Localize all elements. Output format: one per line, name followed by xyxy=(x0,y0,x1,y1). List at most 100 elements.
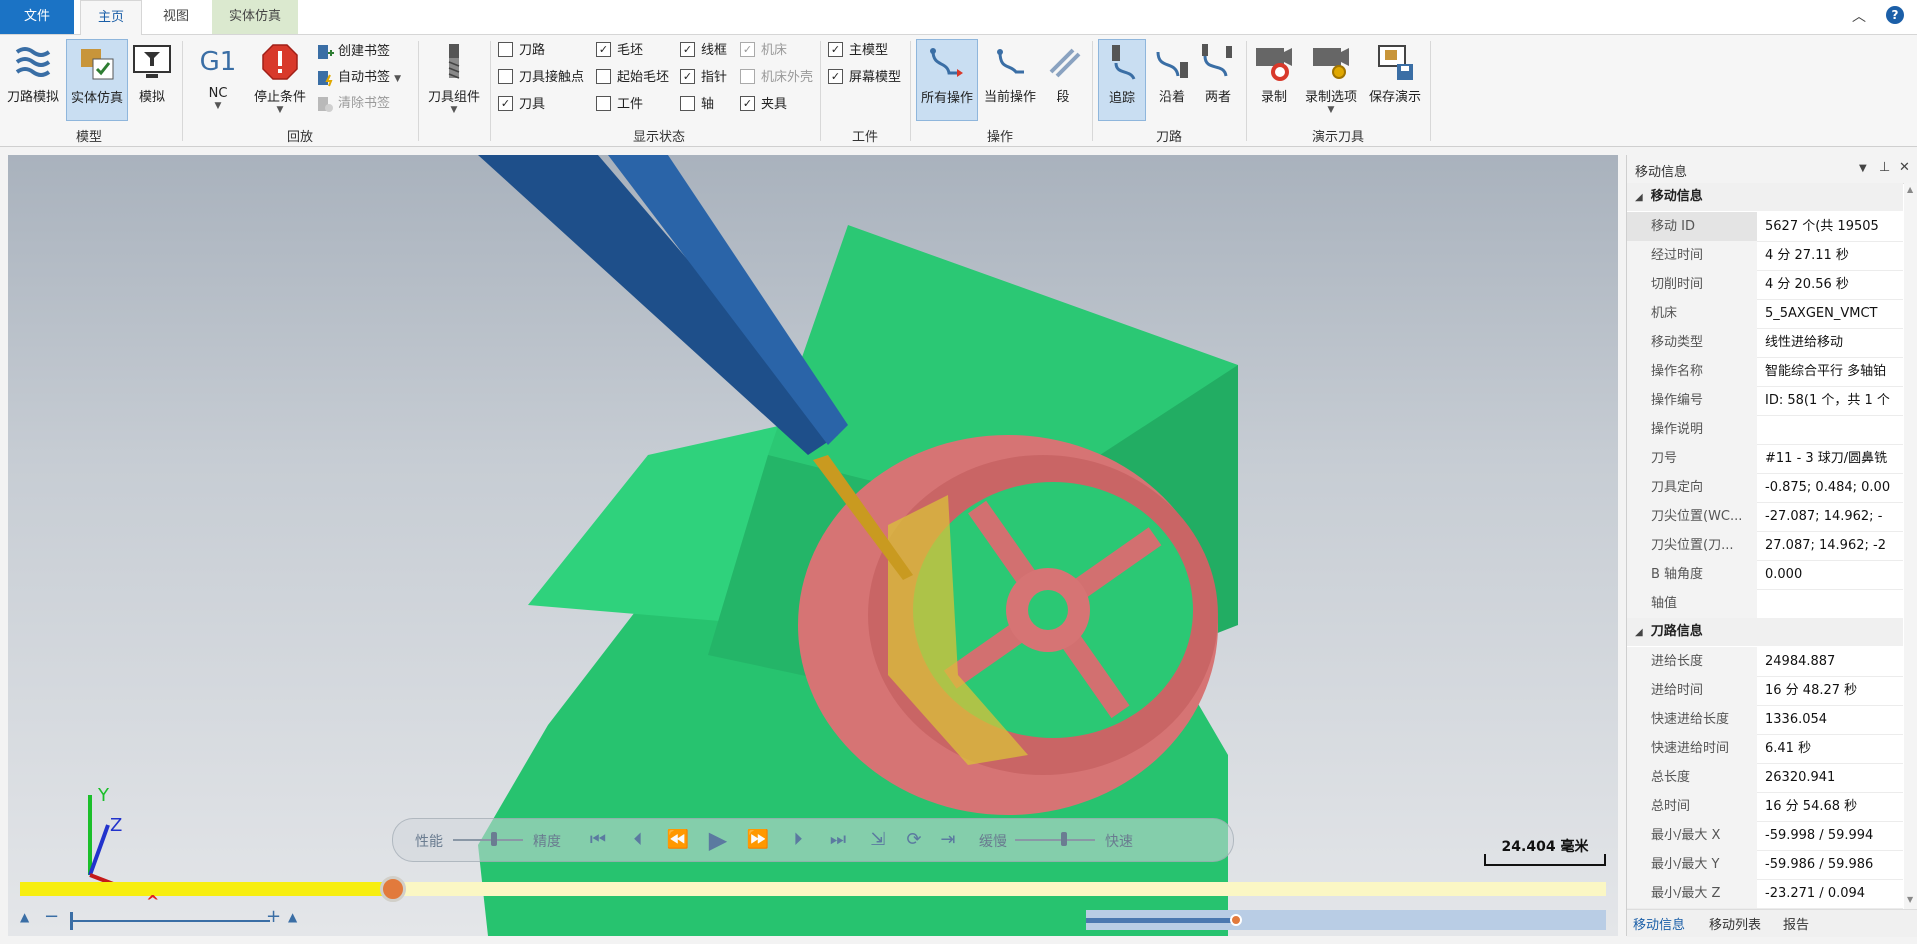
property-row[interactable]: 经过时间 4 分 27.11 秒 xyxy=(1627,241,1903,271)
record-options-button[interactable]: 录制选项 ▼ xyxy=(1300,39,1362,121)
loop-icon[interactable]: ⟳ xyxy=(901,827,927,853)
speed-slider-thumb[interactable] xyxy=(1061,832,1067,846)
scroll-up-icon[interactable]: ▲ xyxy=(1907,185,1913,194)
tab-view[interactable]: 视图 xyxy=(146,0,206,34)
property-row[interactable]: 操作说明 xyxy=(1627,415,1903,445)
current-operation-button[interactable]: 当前操作 xyxy=(982,39,1038,121)
zoom-slider-thumb[interactable] xyxy=(70,912,73,930)
checkbox-workpiece[interactable]: 工件 xyxy=(596,94,643,116)
checkbox-tool[interactable]: ✓ 刀具 xyxy=(498,94,545,116)
solid-sim-button[interactable]: 实体仿真 xyxy=(66,39,128,121)
step-to-start-icon[interactable]: ⏴ xyxy=(625,827,651,853)
property-row[interactable]: 进给时间 16 分 48.27 秒 xyxy=(1627,676,1903,706)
zoom-out-icon[interactable]: − xyxy=(44,906,59,927)
panel-menu-icon[interactable]: ▼ xyxy=(1859,163,1867,174)
pin-icon[interactable]: ⊥ xyxy=(1879,160,1890,175)
tab-home[interactable]: 主页 xyxy=(80,0,142,36)
property-row[interactable]: 刀号 #11 - 3 球刀/圆鼻铣 xyxy=(1627,444,1903,474)
checkbox-machine-housing[interactable]: 机床外壳 xyxy=(740,67,813,89)
create-bookmark-button[interactable]: 创建书签 xyxy=(316,41,390,63)
tab-solid-simulation[interactable]: 实体仿真 xyxy=(212,0,298,34)
property-row[interactable]: 最小/最大 X -59.998 / 59.994 xyxy=(1627,821,1903,851)
checkbox-main-model[interactable]: ✓ 主模型 xyxy=(828,40,888,62)
both-button[interactable]: 两者 xyxy=(1196,39,1240,121)
stop-condition-button[interactable]: 停止条件 ▼ xyxy=(250,39,310,121)
skip-to-end-icon[interactable]: ⏭ xyxy=(825,827,851,853)
zoom-in-icon[interactable]: + xyxy=(266,906,281,927)
collapse-triangle-icon[interactable]: ◢ xyxy=(1635,184,1643,212)
skip-to-start-icon[interactable]: ⏮ xyxy=(585,827,611,853)
property-row[interactable]: 轴值 xyxy=(1627,589,1903,619)
panel-scrollbar[interactable]: ▲ ▼ xyxy=(1904,183,1917,909)
tool-assembly-button[interactable]: 刀具组件 ▼ xyxy=(424,39,484,121)
property-row[interactable]: 机床 5_5AXGEN_VMCT xyxy=(1627,299,1903,329)
checkbox-screen-model[interactable]: ✓ 屏幕模型 xyxy=(828,67,901,89)
quality-slider[interactable] xyxy=(453,839,523,841)
collapse-triangle-icon[interactable]: ◢ xyxy=(1635,619,1643,647)
tab-report[interactable]: 报告 xyxy=(1783,914,1809,933)
property-row[interactable]: 快速进给长度 1336.054 xyxy=(1627,705,1903,735)
record-button[interactable]: 录制 xyxy=(1252,39,1296,121)
property-row[interactable]: 总长度 26320.941 xyxy=(1627,763,1903,793)
property-row[interactable]: 进给长度 24984.887 xyxy=(1627,647,1903,677)
save-demo-button[interactable]: 保存演示 xyxy=(1364,39,1426,121)
clear-bookmark-button[interactable]: 清除书签 xyxy=(316,93,390,115)
checkbox-wireframe[interactable]: ✓ 线框 xyxy=(680,40,727,62)
zoom-up-small-icon[interactable]: ▲ xyxy=(20,910,29,924)
property-row[interactable]: 快速进给时间 6.41 秒 xyxy=(1627,734,1903,764)
trace-button[interactable]: 追踪 xyxy=(1098,39,1146,121)
all-operations-button[interactable]: 所有操作 xyxy=(916,39,978,121)
property-row[interactable]: 移动 ID 5627 个(共 19505 xyxy=(1627,212,1903,242)
checkbox-tool-contact-point[interactable]: 刀具接触点 xyxy=(498,67,584,89)
rewind-icon[interactable]: ⏪ xyxy=(665,827,691,853)
property-row[interactable]: 总时间 16 分 54.68 秒 xyxy=(1627,792,1903,822)
speed-slider[interactable] xyxy=(1015,839,1095,841)
property-row[interactable]: 操作名称 智能综合平行 多轴铂 xyxy=(1627,357,1903,387)
collapse-ribbon-icon[interactable]: ︿ xyxy=(1852,6,1866,26)
property-row[interactable]: 最小/最大 Y -59.986 / 59.986 xyxy=(1627,850,1903,880)
checkbox-initial-stock[interactable]: 起始毛坯 xyxy=(596,67,669,89)
auto-bookmark-button[interactable]: 自动书签 ▼ xyxy=(316,67,401,89)
fast-forward-icon[interactable]: ⏩ xyxy=(745,827,771,853)
help-icon[interactable]: ? xyxy=(1886,6,1904,24)
nc-button[interactable]: G1 NC ▼ xyxy=(192,39,244,121)
bookmark-add-icon xyxy=(316,43,334,61)
progress-thumb[interactable] xyxy=(379,876,406,902)
checkbox-fixture[interactable]: ✓ 夹具 xyxy=(740,94,787,116)
quality-slider-thumb[interactable] xyxy=(491,832,497,846)
property-row[interactable]: 移动类型 线性进给移动 xyxy=(1627,328,1903,358)
checkbox-axis[interactable]: 轴 xyxy=(680,94,714,116)
section-header[interactable]: ◢ 刀路信息 xyxy=(1627,618,1903,646)
scroll-down-icon[interactable]: ▼ xyxy=(1907,895,1913,904)
zoom-up-large-icon[interactable]: ▲ xyxy=(288,910,297,924)
checkbox-toolpath[interactable]: 刀路 xyxy=(498,40,545,62)
simulation-progress-track[interactable] xyxy=(20,882,1606,896)
checkbox-stock[interactable]: ✓ 毛坯 xyxy=(596,40,643,62)
checkbox-machine[interactable]: ✓ 机床 xyxy=(740,40,787,62)
step-forward-icon[interactable]: ⏵ xyxy=(785,827,811,853)
tab-file[interactable]: 文件 xyxy=(0,0,74,34)
step-icon[interactable]: ⇥ xyxy=(935,827,961,853)
property-row[interactable]: 切削时间 4 分 20.56 秒 xyxy=(1627,270,1903,300)
property-row[interactable]: 刀尖位置(刀... 27.087; 14.962; -2 xyxy=(1627,531,1903,561)
play-icon[interactable]: ▶ xyxy=(705,827,731,853)
toolpath-sim-button[interactable]: 刀路模拟 xyxy=(4,39,62,121)
checkbox-pointer[interactable]: ✓ 指针 xyxy=(680,67,727,89)
add-bookmark-icon[interactable]: ⇲ xyxy=(865,827,891,853)
axis-y-label: Y xyxy=(97,785,110,806)
tab-move-info[interactable]: 移动信息 xyxy=(1633,914,1685,933)
tab-move-list[interactable]: 移动列表 xyxy=(1709,914,1761,933)
property-row[interactable]: B 轴角度 0.000 xyxy=(1627,560,1903,590)
close-icon[interactable]: ✕ xyxy=(1899,160,1910,175)
timeline-thumb[interactable] xyxy=(1230,914,1242,926)
zoom-slider[interactable] xyxy=(70,920,270,922)
property-row[interactable]: 最小/最大 Z -23.271 / 0.094 xyxy=(1627,879,1903,909)
simulate-button[interactable]: 模拟 xyxy=(132,39,172,121)
property-row[interactable]: 刀具定向 -0.875; 0.484; 0.00 xyxy=(1627,473,1903,503)
along-button[interactable]: 沿着 xyxy=(1150,39,1194,121)
section-header[interactable]: ◢ 移动信息 xyxy=(1627,183,1903,211)
property-row[interactable]: 刀尖位置(WC... -27.087; 14.962; - xyxy=(1627,502,1903,532)
timeline-slider[interactable] xyxy=(1086,910,1606,930)
property-row[interactable]: 操作编号 ID: 58(1 个，共 1 个 xyxy=(1627,386,1903,416)
segment-button[interactable]: 段 xyxy=(1042,39,1084,121)
